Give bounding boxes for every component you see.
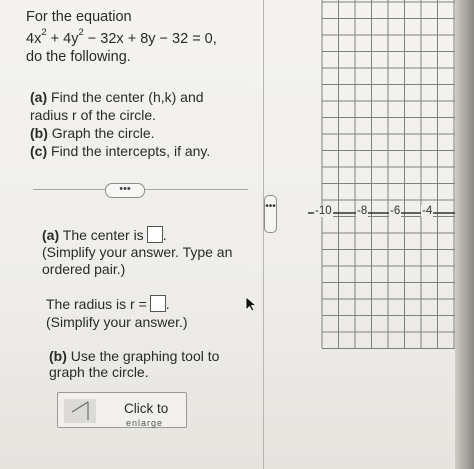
problem-intro: For the equation — [26, 9, 132, 25]
task-b: (b) Graph the circle. — [30, 125, 155, 141]
screen: For the equation 4x2 + 4y2 − 32x + 8y − … — [0, 0, 474, 469]
x-tick-label: -4 — [421, 205, 434, 217]
mouse-cursor-icon — [245, 296, 257, 312]
more-button[interactable]: ••• — [105, 183, 145, 198]
task-list: (a) Find the center (h,k) and radius r o… — [30, 88, 210, 160]
click-to-label: Click to — [124, 401, 169, 416]
line-tool-icon — [64, 399, 96, 423]
pane-resize-handle[interactable]: ••• — [264, 195, 277, 233]
radius-input[interactable] — [149, 295, 166, 312]
task-c: (c) Find the intercepts, if any. — [30, 143, 211, 159]
x-tick-label: -8 — [356, 205, 369, 217]
task-a-cont: radius r of the circle. — [30, 107, 157, 123]
center-input[interactable] — [146, 226, 163, 243]
center-answer: (a) The center is. (Simplify your answer… — [42, 226, 232, 278]
radius-row: The radius is r =. — [46, 295, 170, 312]
x-tick-label: -10 — [314, 205, 333, 217]
center-hint: (Simplify your answer. Type an — [42, 244, 233, 260]
radius-answer: The radius is r =. (Simplify your answer… — [46, 295, 188, 331]
problem-instruction: do the following. — [26, 48, 131, 65]
question-pane: For the equation 4x2 + 4y2 − 32x + 8y − … — [0, 0, 263, 469]
window-edge — [455, 0, 474, 469]
graph-area[interactable]: -10 -8 -6 -4 — [308, 0, 474, 350]
enlarge-label: enlarge — [126, 418, 164, 428]
problem-statement: For the equation 4x2 + 4y2 − 32x + 8y − … — [26, 8, 217, 66]
center-hint-cont: ordered pair.) — [42, 261, 126, 277]
enlarge-graph-button[interactable]: Click to enlarge — [57, 392, 187, 428]
pane-divider — [263, 0, 264, 469]
radius-hint: (Simplify your answer.) — [46, 314, 188, 330]
x-tick-label: -6 — [389, 205, 402, 217]
equation: 4x2 + 4y2 − 32x + 8y − 32 = 0, — [26, 27, 217, 47]
task-a: (a) Find the center (h,k) and — [30, 89, 204, 105]
graph-instruction: (b) Use the graphing tool to graph the c… — [49, 348, 220, 380]
coordinate-grid[interactable] — [308, 0, 474, 350]
center-row: (a) The center is. — [42, 226, 167, 243]
